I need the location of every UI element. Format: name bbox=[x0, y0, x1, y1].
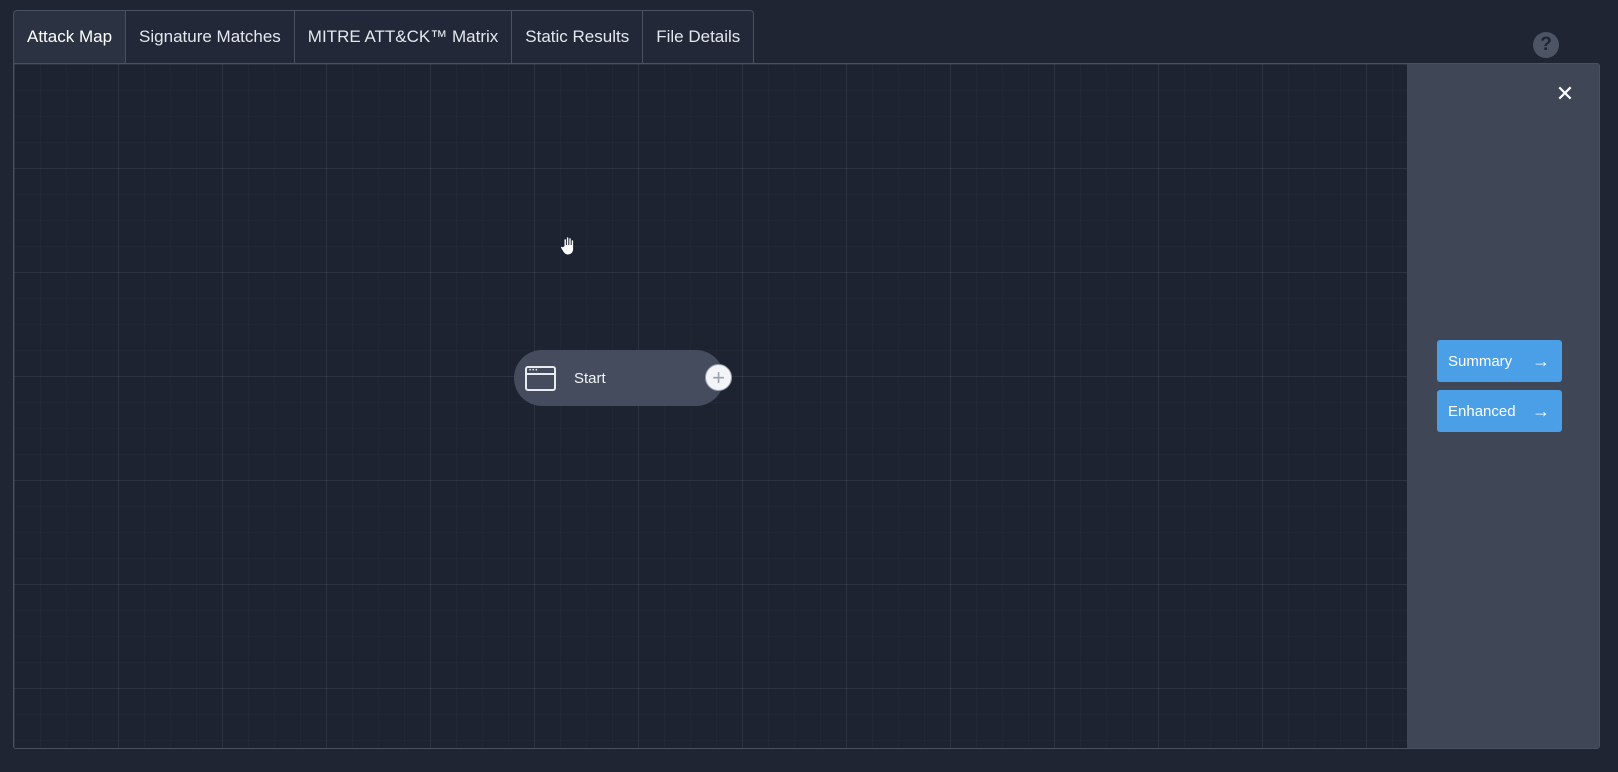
side-panel: ✕ Summary → Enhanced → bbox=[1407, 64, 1599, 748]
close-icon[interactable]: ✕ bbox=[1555, 83, 1575, 105]
arrow-right-icon: → bbox=[1532, 400, 1550, 421]
tab-mitre-attack-matrix[interactable]: MITRE ATT&CK™ Matrix bbox=[294, 11, 513, 63]
help-question-icon[interactable]: ? bbox=[1533, 32, 1559, 58]
start-node-label: Start bbox=[574, 369, 606, 387]
tab-static-results[interactable]: Static Results bbox=[512, 11, 644, 63]
start-node[interactable]: ••• Start + bbox=[514, 350, 732, 406]
tab-signature-matches[interactable]: Signature Matches bbox=[126, 11, 295, 63]
attack-map-panel: ••• Start + ✕ Summary → Enhanced → bbox=[13, 63, 1600, 749]
window-icon: ••• bbox=[525, 365, 556, 391]
app-root: Attack Map Signature Matches MITRE ATT&C… bbox=[0, 0, 1618, 772]
summary-button[interactable]: Summary → bbox=[1437, 340, 1562, 382]
tab-attack-map[interactable]: Attack Map bbox=[14, 11, 127, 63]
arrow-right-icon: → bbox=[1532, 350, 1550, 371]
tab-bar: Attack Map Signature Matches MITRE ATT&C… bbox=[13, 10, 755, 63]
enhanced-button-label: Enhanced bbox=[1448, 402, 1516, 420]
summary-button-label: Summary bbox=[1448, 352, 1513, 370]
attack-map-canvas[interactable]: ••• Start + bbox=[14, 64, 1407, 748]
expand-node-plus-icon[interactable]: + bbox=[705, 364, 732, 391]
tab-file-details[interactable]: File Details bbox=[643, 11, 754, 63]
enhanced-button[interactable]: Enhanced → bbox=[1437, 390, 1562, 432]
hand-cursor-icon bbox=[560, 236, 575, 256]
